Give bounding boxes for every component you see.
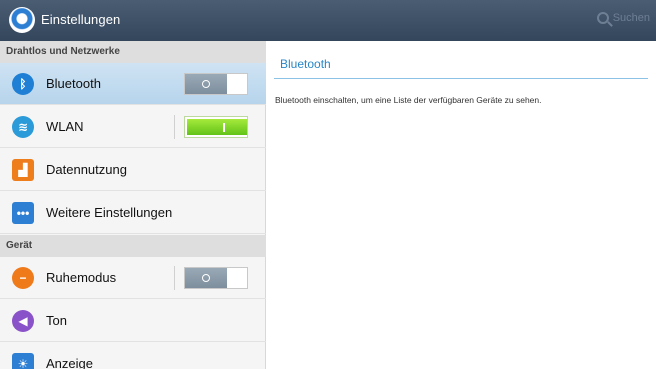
detail-title: Bluetooth (280, 57, 331, 71)
settings-item-bluetooth[interactable]: ᛒ Bluetooth (0, 63, 266, 105)
settings-item-more[interactable]: ••• Weitere Einstellungen (0, 192, 266, 234)
toggle-divider (174, 115, 175, 139)
settings-gear-icon[interactable] (9, 7, 35, 33)
section-header-wireless: Drahtlos und Netzwerke (0, 41, 266, 63)
wifi-icon: ≋ (12, 115, 34, 138)
more-icon: ••• (12, 201, 34, 224)
sound-icon: ◀ (12, 309, 34, 332)
data-usage-icon: ▟ (12, 158, 34, 181)
search-label: Suchen (612, 12, 650, 24)
action-bar: Einstellungen Suchen (0, 0, 656, 41)
display-icon: ☀ (12, 352, 34, 369)
settings-item-label: Bluetooth (46, 76, 101, 91)
blocking-mode-icon: − (12, 266, 34, 289)
detail-description: Bluetooth einschalten, um eine Liste der… (275, 95, 542, 105)
settings-item-wlan[interactable]: ≋ WLAN (0, 106, 266, 148)
search-icon (596, 12, 609, 24)
settings-list: Drahtlos und Netzwerke ᛒ Bluetooth ≋ WLA… (0, 41, 266, 369)
bluetooth-toggle[interactable] (184, 73, 248, 95)
bluetooth-icon: ᛒ (12, 72, 34, 95)
settings-item-display[interactable]: ☀ Anzeige (0, 343, 266, 369)
settings-item-data-usage[interactable]: ▟ Datennutzung (0, 149, 266, 191)
settings-item-label: Anzeige (46, 356, 93, 369)
settings-item-sound[interactable]: ◀ Ton (0, 300, 266, 342)
search-button[interactable]: Suchen (596, 12, 650, 24)
toggle-divider (174, 266, 175, 290)
detail-divider (274, 78, 648, 79)
wlan-toggle[interactable] (184, 116, 248, 138)
settings-item-label: Datennutzung (46, 162, 127, 177)
settings-item-label: Weitere Einstellungen (46, 205, 173, 220)
settings-item-label: Ruhemodus (46, 270, 117, 285)
settings-item-label: Ton (46, 313, 67, 328)
blocking-mode-toggle[interactable] (184, 267, 248, 289)
settings-item-label: WLAN (46, 119, 84, 134)
toggle-knob (185, 268, 227, 288)
section-header-device: Gerät (0, 235, 266, 257)
toggle-knob (185, 74, 227, 94)
toggle-on-track (187, 119, 247, 135)
app-title: Einstellungen (41, 12, 121, 27)
detail-pane: Bluetooth Bluetooth einschalten, um eine… (266, 41, 656, 369)
settings-item-blocking-mode[interactable]: − Ruhemodus (0, 257, 266, 299)
